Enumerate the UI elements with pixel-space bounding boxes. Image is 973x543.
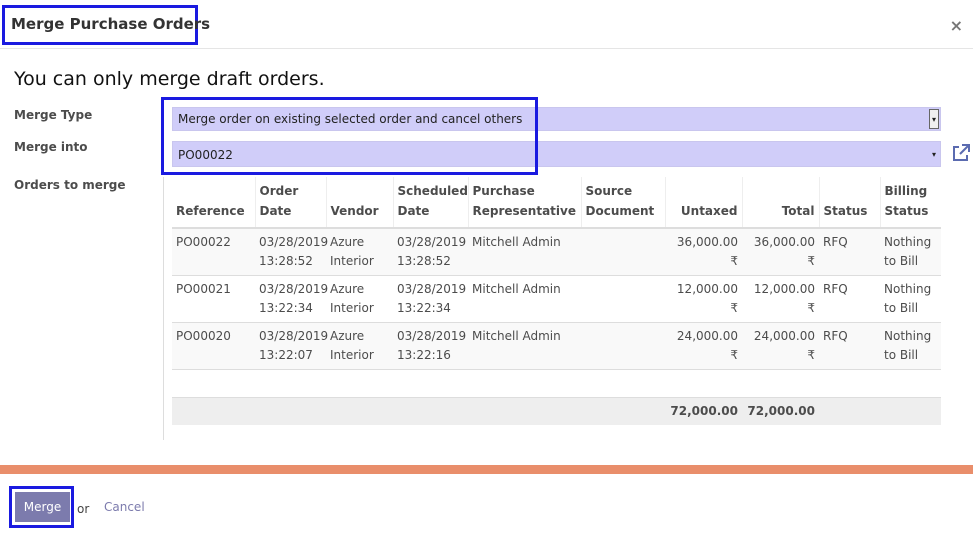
cell-status: RFQ — [819, 275, 880, 323]
chevron-down-icon: ▾ — [929, 109, 939, 129]
orders-to-merge-label: Orders to merge — [14, 178, 126, 192]
cell-source-document — [581, 275, 665, 323]
cell-source-document — [581, 322, 665, 370]
dialog-header: Merge Purchase Orders × — [0, 0, 973, 49]
column-header-reference[interactable]: Reference — [172, 177, 255, 229]
column-header-purchase-rep[interactable]: Purchase Representative — [467, 177, 581, 229]
cell-total: 12,000.00 ₹ — [742, 275, 819, 323]
column-header-status[interactable]: Status — [818, 177, 880, 229]
cancel-button[interactable]: Cancel — [104, 500, 145, 514]
cell-source-document — [581, 227, 665, 276]
cell-scheduled-date: 03/28/2019 13:22:34 — [393, 275, 468, 323]
table-header-row: Reference Order Date Vendor Scheduled Date… — [172, 177, 941, 229]
chevron-down-icon: ▾ — [931, 150, 936, 159]
table-row[interactable]: PO00022 03/28/2019 13:28:52 Azure Interior… — [172, 227, 941, 276]
cell-status: RFQ — [819, 322, 880, 370]
cell-reference: PO00022 — [172, 227, 255, 276]
table-row[interactable]: PO00021 03/28/2019 13:22:34 Azure Interior… — [172, 275, 941, 323]
cell-scheduled-date: 03/28/2019 13:28:52 — [393, 227, 468, 276]
column-header-billing-status[interactable]: Billing Status — [879, 177, 941, 229]
cell-billing-status: Nothing to Bill — [880, 275, 941, 323]
total-sum: 72,000.00 — [742, 397, 819, 425]
cell-scheduled-date: 03/28/2019 13:22:16 — [393, 322, 468, 370]
column-header-order-date[interactable]: Order Date — [254, 177, 326, 229]
cell-reference: PO00020 — [172, 322, 255, 370]
footer-accent-bar — [0, 465, 973, 474]
cell-reference: PO00021 — [172, 275, 255, 323]
untaxed-sum: 72,000.00 — [665, 397, 742, 425]
cell-vendor: Azure Interior — [326, 322, 393, 370]
dialog-title: Merge Purchase Orders — [2, 5, 210, 45]
column-header-scheduled-date[interactable]: Scheduled Date — [392, 177, 468, 229]
cell-status: RFQ — [819, 227, 880, 276]
table-empty-row — [172, 369, 941, 398]
cell-untaxed: 12,000.00 ₹ — [665, 275, 742, 323]
merge-into-value: PO00022 — [178, 148, 233, 162]
column-header-vendor[interactable]: Vendor — [325, 177, 393, 229]
merge-into-select[interactable]: PO00022 ▾ — [172, 141, 941, 167]
cell-order-date: 03/28/2019 13:22:07 — [255, 322, 328, 370]
external-link-icon[interactable] — [951, 143, 971, 163]
or-text: or — [77, 502, 90, 516]
cell-purchase-rep: Mitchell Admin — [468, 227, 581, 276]
orders-table: Reference Order Date Vendor Scheduled Date… — [172, 177, 941, 425]
cell-total: 36,000.00 ₹ — [742, 227, 819, 276]
cell-vendor: Azure Interior — [326, 275, 393, 323]
table-totals-row: 72,000.00 72,000.00 — [172, 397, 941, 425]
cell-untaxed: 36,000.00 ₹ — [665, 227, 742, 276]
cell-billing-status: Nothing to Bill — [880, 227, 941, 276]
column-header-untaxed[interactable]: Untaxed — [664, 177, 742, 229]
merge-type-label: Merge Type — [14, 108, 93, 122]
column-header-total[interactable]: Total — [741, 177, 819, 229]
merge-into-label: Merge into — [14, 140, 88, 154]
cell-billing-status: Nothing to Bill — [880, 322, 941, 370]
cell-order-date: 03/28/2019 13:22:34 — [255, 275, 328, 323]
cell-purchase-rep: Mitchell Admin — [468, 275, 581, 323]
cell-purchase-rep: Mitchell Admin — [468, 322, 581, 370]
close-icon[interactable]: × — [950, 16, 963, 35]
merge-button[interactable]: Merge — [15, 492, 70, 522]
draft-notice: You can only merge draft orders. — [14, 68, 325, 90]
merge-type-select[interactable]: Merge order on existing selected order a… — [172, 107, 941, 131]
cell-order-date: 03/28/2019 13:28:52 — [255, 227, 328, 276]
cell-untaxed: 24,000.00 ₹ — [665, 322, 742, 370]
table-row[interactable]: PO00020 03/28/2019 13:22:07 Azure Interior… — [172, 322, 941, 370]
divider — [163, 177, 164, 440]
cell-vendor: Azure Interior — [326, 227, 393, 276]
cell-total: 24,000.00 ₹ — [742, 322, 819, 370]
column-header-source-document[interactable]: Source Document — [580, 177, 665, 229]
merge-type-value: Merge order on existing selected order a… — [178, 112, 523, 126]
